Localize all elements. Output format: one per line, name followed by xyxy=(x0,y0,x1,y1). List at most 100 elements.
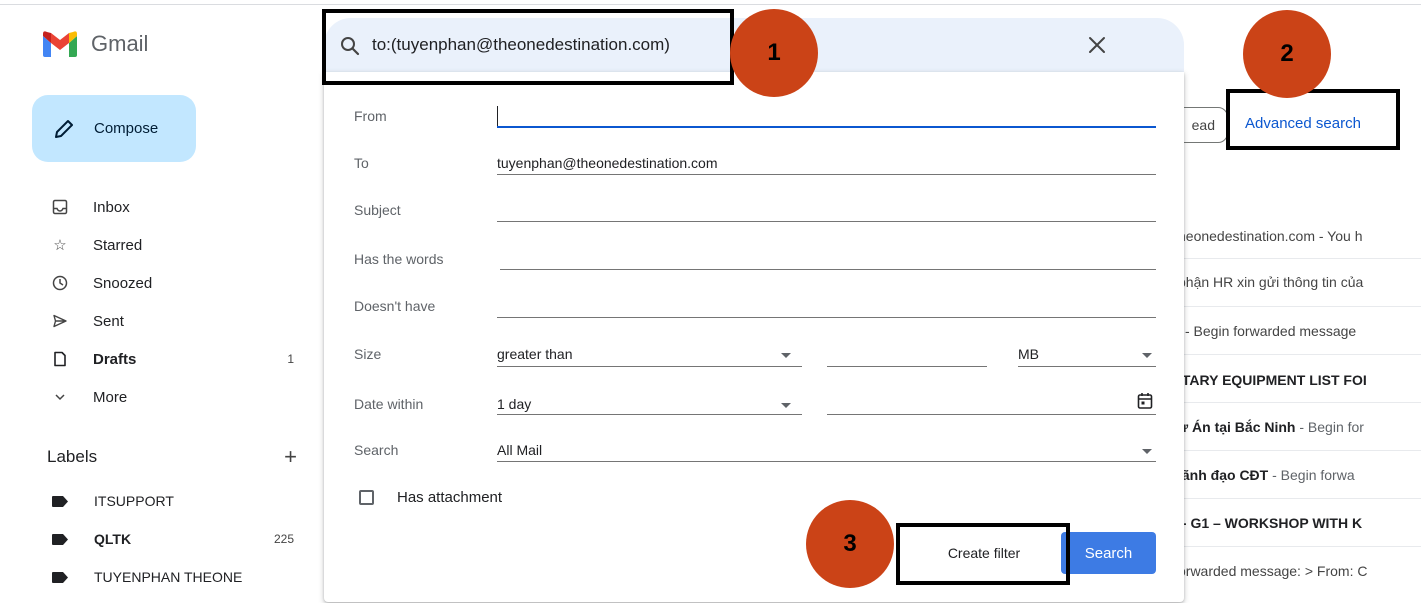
row-divider xyxy=(1178,402,1421,403)
date-input-underline xyxy=(827,414,1156,415)
inbox-icon xyxy=(51,198,69,216)
email-snippet: phận HR xin gửi thông tin của xyxy=(1178,274,1364,290)
label-item-itsupport[interactable]: ITSUPPORT xyxy=(0,482,310,520)
top-divider xyxy=(0,4,1421,5)
has-words-field-underline xyxy=(500,269,1156,270)
email-subject: ự Án tại Bắc Ninh xyxy=(1178,419,1296,435)
list-item[interactable]: ITARY EQUIPMENT LIST FOI xyxy=(1178,372,1421,388)
email-snippet: - Begin for xyxy=(1295,419,1364,435)
list-item[interactable]: j- G1 – WORKSHOP WITH K xyxy=(1178,515,1421,531)
to-field[interactable]: tuyenphan@theonedestination.com xyxy=(497,155,717,171)
subject-field-underline xyxy=(497,221,1156,222)
email-snippet: - Begin forwa xyxy=(1268,467,1355,483)
search-in-label: Search xyxy=(354,442,399,458)
list-item[interactable]: heonedestination.com - You h xyxy=(1178,228,1421,244)
email-subject: lãnh đạo CĐT xyxy=(1178,467,1269,483)
label-name: TUYENPHAN THEONE xyxy=(94,569,243,585)
chevron-down-icon xyxy=(1139,349,1155,361)
has-words-field[interactable] xyxy=(500,251,1156,269)
size-unit-select[interactable]: MB xyxy=(1018,346,1039,362)
labels-title: Labels xyxy=(47,447,98,466)
row-divider xyxy=(1178,498,1421,499)
label-name: QLTK xyxy=(94,531,132,547)
search-input[interactable]: to:(tuyenphan@theonedestination.com) xyxy=(372,35,670,55)
sidebar-item-label: Inbox xyxy=(93,198,130,216)
to-field-underline xyxy=(497,174,1156,175)
subject-field[interactable] xyxy=(497,202,1156,220)
row-divider xyxy=(1178,354,1421,355)
advanced-search-link[interactable]: Advanced search xyxy=(1245,115,1361,132)
sidebar-item-inbox[interactable]: Inbox xyxy=(0,188,310,226)
to-label: To xyxy=(354,155,369,171)
compose-label: Compose xyxy=(94,120,159,137)
email-subject: j- G1 – WORKSHOP WITH K xyxy=(1178,515,1363,531)
star-icon: ☆ xyxy=(53,237,67,254)
create-filter-button[interactable]: Create filter xyxy=(902,533,1066,573)
doesnt-have-label: Doesn't have xyxy=(354,298,436,314)
drafts-count: 1 xyxy=(287,352,294,366)
has-attachment-checkbox[interactable] xyxy=(359,490,374,505)
doesnt-have-field-underline xyxy=(497,317,1156,318)
search-button[interactable]: Search xyxy=(1061,532,1156,574)
list-item[interactable]: orwarded message: > From: C xyxy=(1178,563,1421,579)
email-snippet: heonedestination.com - You h xyxy=(1178,228,1363,244)
search-icon[interactable] xyxy=(340,36,360,56)
compose-button[interactable]: Compose xyxy=(32,95,196,162)
label-list: ITSUPPORT QLTK 225 TUYENPHAN THEONE xyxy=(0,482,310,596)
list-item[interactable]: phận HR xin gửi thông tin của xyxy=(1178,274,1421,290)
size-label: Size xyxy=(354,346,382,362)
label-item-tuyenphan-theone[interactable]: TUYENPHAN THEONE xyxy=(0,558,310,596)
label-tag-icon xyxy=(52,533,68,545)
from-field-underline xyxy=(497,126,1156,128)
clock-icon xyxy=(51,274,69,292)
label-count: 225 xyxy=(273,532,294,546)
search-in-select[interactable]: All Mail xyxy=(497,442,542,458)
step-badge-1: 1 xyxy=(730,9,818,97)
step-badge-2: 2 xyxy=(1243,10,1331,98)
subject-label: Subject xyxy=(354,202,401,218)
has-attachment-label: Has attachment xyxy=(397,489,503,506)
calendar-icon[interactable] xyxy=(1137,392,1153,410)
sidebar-item-starred[interactable]: ☆ Starred xyxy=(0,226,310,264)
size-operator-underline xyxy=(497,366,802,367)
text-cursor xyxy=(497,106,498,126)
row-divider xyxy=(1178,546,1421,547)
add-label-button[interactable]: + xyxy=(284,444,297,470)
email-snippet: i - Begin forwarded message xyxy=(1178,323,1357,339)
chevron-down-icon xyxy=(778,399,794,411)
row-divider xyxy=(1178,258,1421,259)
row-divider xyxy=(1178,306,1421,307)
label-tag-icon xyxy=(52,571,68,583)
sidebar-item-snoozed[interactable]: Snoozed xyxy=(0,264,310,302)
pencil-icon xyxy=(55,119,73,138)
doesnt-have-field[interactable] xyxy=(497,298,1156,316)
size-operator-select[interactable]: greater than xyxy=(497,346,573,362)
date-within-select[interactable]: 1 day xyxy=(497,396,531,412)
sidebar-item-more[interactable]: More xyxy=(0,378,310,416)
gmail-m-icon xyxy=(43,31,77,57)
search-in-underline xyxy=(497,461,1156,462)
sidebar-item-label: Drafts xyxy=(93,350,137,368)
chevron-down-icon xyxy=(1139,445,1155,457)
sidebar-item-label: More xyxy=(93,388,128,406)
chevron-down-icon xyxy=(778,349,794,361)
chevron-down-icon xyxy=(51,388,69,406)
sidebar-item-label: Starred xyxy=(93,236,143,254)
list-item[interactable]: ự Án tại Bắc Ninh - Begin for xyxy=(1178,419,1421,435)
sidebar-nav: Inbox ☆ Starred Snoozed Sent Drafts 1 Mo… xyxy=(0,188,310,416)
sidebar-item-sent[interactable]: Sent xyxy=(0,302,310,340)
label-item-qltk[interactable]: QLTK 225 xyxy=(0,520,310,558)
from-label: From xyxy=(354,108,387,124)
send-icon xyxy=(51,312,69,330)
list-item[interactable]: lãnh đạo CĐT - Begin forwa xyxy=(1178,467,1421,483)
date-input[interactable] xyxy=(827,396,1127,414)
label-name: ITSUPPORT xyxy=(94,493,174,509)
size-value-field[interactable] xyxy=(827,346,987,364)
has-words-label: Has the words xyxy=(354,251,444,267)
list-item[interactable]: i - Begin forwarded message xyxy=(1178,323,1421,339)
size-value-underline xyxy=(827,366,987,367)
draft-icon xyxy=(51,350,69,368)
gmail-logo[interactable]: Gmail xyxy=(43,31,148,57)
close-icon[interactable] xyxy=(1086,34,1108,56)
sidebar-item-drafts[interactable]: Drafts 1 xyxy=(0,340,310,378)
